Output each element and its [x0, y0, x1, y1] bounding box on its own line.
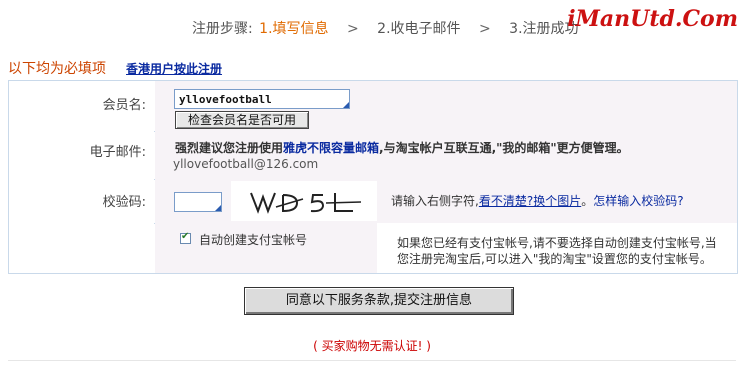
step-arrow: >: [346, 21, 359, 37]
captcha-input[interactable]: [174, 192, 222, 212]
member-row: 会员名: yllovefootball 检查会员名是否可用: [9, 81, 737, 132]
step-fill-info: 1.填写信息: [259, 21, 329, 37]
hk-register-link[interactable]: 香港用户按此注册: [126, 60, 222, 77]
member-name-value: yllovefootball: [179, 93, 272, 106]
steps-prefix: 注册步骤:: [192, 21, 253, 37]
alipay-note: 如果您已经有支付宝帐号,请不要选择自动创建支付宝帐号,当 您注册完淘宝后,可以进…: [397, 235, 717, 267]
email-value-cell: 强烈建议您注册使用雅虎不限容量邮箱,与淘宝帐户互联互通,"我的邮箱"更方便管理。…: [155, 131, 737, 179]
no-cert-note: ( 买家购物无需认证! ): [313, 339, 431, 353]
refresh-captcha-link[interactable]: 看不清楚?换个图片: [479, 194, 581, 208]
alipay-checkbox-label: 自动创建支付宝帐号: [199, 233, 308, 247]
member-label-cell: 会员名:: [9, 81, 154, 131]
submit-registration-button[interactable]: 同意以下服务条款,提交注册信息: [244, 287, 514, 315]
bottom-divider: [8, 360, 736, 361]
captcha-label-cell: 校验码:: [9, 179, 154, 223]
captcha-image: [231, 181, 377, 221]
watermark-logo: iManUtd.Com: [567, 6, 738, 32]
alipay-row: 自动创建支付宝帐号 如果您已经有支付宝帐号,请不要选择自动创建支付宝帐号,当 您…: [9, 223, 737, 273]
captcha-image-svg: [250, 192, 362, 214]
alipay-note-line2: 您注册完淘宝后,可以进入"我的淘宝"设置您的支付宝帐号。: [397, 252, 712, 266]
alipay-checkbox[interactable]: [180, 231, 191, 244]
captcha-hint: 请输入右侧字符,看不清楚?换个图片。怎样输入校验码?: [391, 192, 684, 209]
required-note: 以下均为必填项: [8, 61, 106, 77]
check-member-button[interactable]: 检查会员名是否可用: [175, 111, 309, 129]
alipay-note-cell: 如果您已经有支付宝帐号,请不要选择自动创建支付宝帐号,当 您注册完淘宝后,可以进…: [377, 223, 737, 273]
input-corner-icon: [215, 205, 221, 211]
email-label-cell: 电子邮件:: [9, 131, 154, 179]
step-arrow: >: [478, 21, 491, 37]
email-row: 电子邮件: 强烈建议您注册使用雅虎不限容量邮箱,与淘宝帐户互联互通,"我的邮箱"…: [9, 131, 737, 180]
email-value[interactable]: yllovefootball@126.com: [173, 157, 318, 171]
email-recommend-note: 强烈建议您注册使用雅虎不限容量邮箱,与淘宝帐户互联互通,"我的邮箱"更方便管理。: [175, 139, 629, 156]
yahoo-mail-highlight: 雅虎不限容量邮箱: [283, 141, 380, 155]
captcha-label: 校验码:: [102, 195, 146, 210]
captcha-hint-pre: 请输入右侧字符,: [391, 194, 479, 208]
captcha-hint-sep: 。: [581, 194, 594, 208]
member-value-cell: yllovefootball 检查会员名是否可用: [155, 81, 737, 131]
alipay-label-cell: [9, 223, 154, 273]
member-label: 会员名:: [102, 98, 146, 113]
step-receive-email: 2.收电子邮件: [377, 21, 461, 37]
input-corner-icon: [343, 102, 349, 108]
alipay-note-line1: 如果您已经有支付宝帐号,请不要选择自动创建支付宝帐号,当: [397, 236, 717, 250]
captcha-help-link[interactable]: 怎样输入校验码?: [593, 194, 683, 208]
registration-steps: 注册步骤: 1.填写信息 > 2.收电子邮件 > 3.注册成功: [192, 18, 579, 38]
member-name-input[interactable]: yllovefootball: [174, 89, 350, 109]
email-note-pre: 强烈建议您注册使用: [175, 141, 284, 155]
email-label: 电子邮件:: [89, 145, 146, 160]
email-note-post: ,与淘宝帐户互联互通,"我的邮箱"更方便管理。: [379, 141, 629, 155]
alipay-value-cell: 自动创建支付宝帐号 如果您已经有支付宝帐号,请不要选择自动创建支付宝帐号,当 您…: [155, 223, 737, 273]
captcha-row: 校验码: 请输入右侧字符,看不清楚?换个图片。怎样输入校验码?: [9, 179, 737, 224]
captcha-value-cell: 请输入右侧字符,看不清楚?换个图片。怎样输入校验码?: [155, 179, 737, 223]
registration-form: 会员名: yllovefootball 检查会员名是否可用 电子邮件: 强烈建议…: [8, 80, 738, 274]
